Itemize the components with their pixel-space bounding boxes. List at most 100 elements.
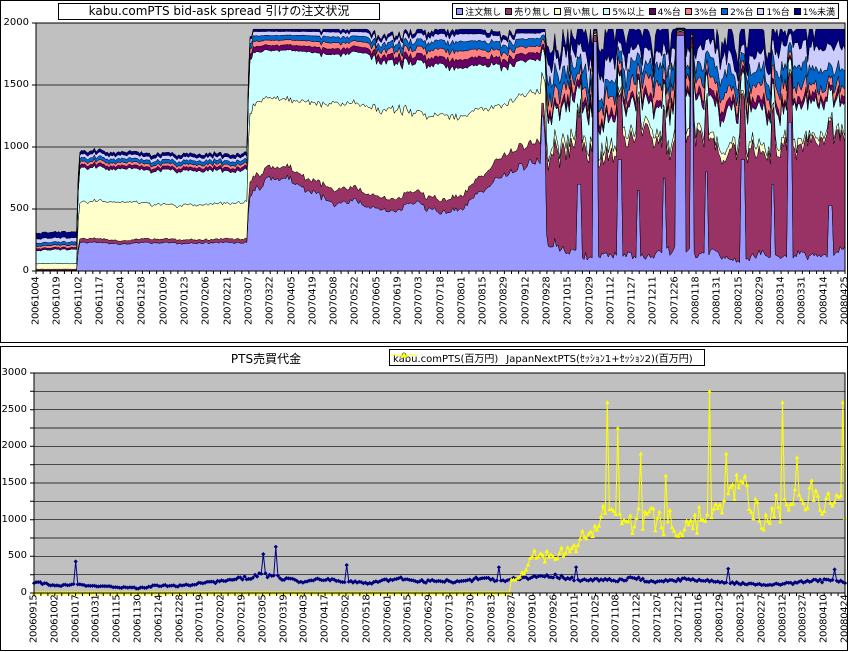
x-axis-label: 20070827 [507, 594, 518, 651]
y-axis-label: 500 [1, 203, 29, 215]
x-axis-label: 20080312 [777, 594, 788, 651]
x-axis-label: 20070615 [403, 594, 414, 651]
turnover-chart[interactable]: PTS売買代金 kabu.comPTS(百万円)JapanNextPTS(ｾｯｼ… [0, 346, 848, 651]
y-axis-label: 500 [1, 550, 27, 562]
legend-label: 1%未満 [803, 5, 835, 18]
x-axis-label: 20071122 [632, 594, 643, 651]
legend-label: 2%台 [730, 5, 753, 18]
x-axis-label: 20071015 [563, 276, 574, 334]
x-axis-label: 20061218 [137, 276, 148, 334]
legend-item-6[interactable]: 2%台 [721, 5, 753, 18]
legend-item-1[interactable]: JapanNextPTS(ｾｯｼｮﾝ1+ｾｯｼｮﾝ2)(百万円) [506, 350, 692, 365]
legend-item-8[interactable]: 1%未満 [794, 5, 835, 18]
x-axis-label: 20071211 [648, 276, 659, 334]
turnover-chart-legend[interactable]: kabu.comPTS(百万円)JapanNextPTS(ｾｯｼｮﾝ1+ｾｯｼｮ… [389, 349, 705, 366]
x-axis-label: 20071127 [627, 276, 638, 334]
x-axis-label: 20070221 [222, 276, 233, 334]
x-axis-label: 20080227 [756, 594, 767, 651]
legend-item-7[interactable]: 1%台 [757, 5, 789, 18]
turnover-chart-title[interactable]: PTS売買代金 [131, 350, 401, 367]
legend-label: 4%台 [658, 5, 681, 18]
x-axis-label: 20071226 [669, 276, 680, 334]
x-axis-label: 20070926 [548, 594, 559, 651]
y-axis-label: 1500 [1, 79, 29, 91]
legend-swatch [685, 8, 692, 15]
x-axis-label: 20070518 [361, 594, 372, 651]
x-axis-label: 20061214 [153, 594, 164, 651]
x-axis-label: 20071221 [673, 594, 684, 651]
x-axis-label: 20070815 [478, 276, 489, 334]
spread-chart-legend[interactable]: 注文無し売り無し買い無し 5%以上 4%台 3%台 2%台 1%台 1%未満 [452, 3, 839, 19]
y-axis-label: 2500 [1, 404, 27, 416]
x-axis-label: 20070713 [444, 594, 455, 651]
legend-item-1[interactable]: 売り無し [505, 5, 550, 18]
legend-swatch [554, 8, 561, 15]
x-axis-label: 20070605 [371, 276, 382, 334]
legend-label: 売り無し [514, 5, 550, 18]
x-axis-label: 20070419 [307, 276, 318, 334]
x-axis-label: 20070206 [201, 276, 212, 334]
y-axis-label: 1000 [1, 141, 29, 153]
x-axis-label: 20070730 [465, 594, 476, 651]
x-axis-label: 20070629 [424, 594, 435, 651]
y-axis-label: 0 [1, 587, 27, 599]
x-axis-label: 20061031 [91, 594, 102, 651]
triangle-marker-icon [390, 350, 418, 360]
legend-item-5[interactable]: 3%台 [685, 5, 717, 18]
x-axis-label: 20080331 [797, 276, 808, 334]
spread-chart[interactable]: kabu.comPTS bid-ask spread 引けの注文状況 注文無し売… [0, 0, 848, 343]
x-axis-label: 20061117 [94, 276, 105, 334]
x-axis-label: 20070522 [350, 276, 361, 334]
y-axis-label: 0 [1, 265, 29, 277]
legend-label: 買い無し [563, 5, 599, 18]
x-axis-label: 20061130 [133, 594, 144, 651]
x-axis-label: 20071207 [652, 594, 663, 651]
spread-chart-title[interactable]: kabu.comPTS bid-ask spread 引けの注文状況 [58, 3, 380, 20]
x-axis-label: 20080129 [715, 594, 726, 651]
x-axis-label: 20080425 [840, 276, 849, 334]
legend-swatch [649, 8, 656, 15]
legend-swatch [794, 8, 801, 15]
y-axis-label: 1500 [1, 477, 27, 489]
x-axis-label: 20071029 [584, 276, 595, 334]
x-axis-label: 20070109 [158, 276, 169, 334]
y-axis-label: 2000 [1, 440, 27, 452]
x-axis-label: 20080116 [694, 594, 705, 651]
x-axis-label: 20080314 [776, 276, 787, 334]
x-axis-label: 20080118 [691, 276, 702, 334]
legend-swatch [721, 8, 728, 15]
legend-item-0[interactable]: 注文無し [456, 5, 501, 18]
y-axis-label: 3000 [1, 367, 27, 379]
x-axis-label: 20061102 [73, 276, 84, 334]
x-axis-label: 20080213 [736, 594, 747, 651]
x-axis-label: 20080424 [840, 594, 849, 651]
x-axis-label: 20080131 [712, 276, 723, 334]
legend-item-2[interactable]: 買い無し [554, 5, 599, 18]
x-axis-label: 20070417 [320, 594, 331, 651]
x-axis-label: 20071108 [611, 594, 622, 651]
x-axis-label: 20070119 [195, 594, 206, 651]
legend-item-4[interactable]: 4%台 [649, 5, 681, 18]
x-axis-label: 20071011 [569, 594, 580, 651]
x-axis-label: 20070202 [216, 594, 227, 651]
y-axis-label: 2000 [1, 17, 29, 29]
x-axis-label: 20061004 [31, 276, 42, 334]
x-axis-label: 20071025 [590, 594, 601, 651]
legend-label: JapanNextPTS(ｾｯｼｮﾝ1+ｾｯｼｮﾝ2)(百万円) [506, 350, 692, 365]
x-axis-label: 20070219 [236, 594, 247, 651]
x-axis-label: 20070305 [257, 594, 268, 651]
x-axis-label: 20080327 [798, 594, 809, 651]
x-axis-label: 20070319 [278, 594, 289, 651]
x-axis-label: 20070405 [286, 276, 297, 334]
legend-swatch [505, 8, 512, 15]
x-axis-label: 20061115 [112, 594, 123, 651]
y-axis-label: 1000 [1, 514, 27, 526]
x-axis-label: 20070801 [456, 276, 467, 334]
x-axis-label: 20070508 [329, 276, 340, 334]
x-axis-label: 20070703 [414, 276, 425, 334]
x-axis-label: 20061019 [52, 276, 63, 334]
x-axis-label: 20080414 [818, 276, 829, 334]
legend-label: 注文無し [465, 5, 501, 18]
x-axis-label: 20061002 [49, 594, 60, 651]
legend-item-3[interactable]: 5%以上 [603, 5, 644, 18]
